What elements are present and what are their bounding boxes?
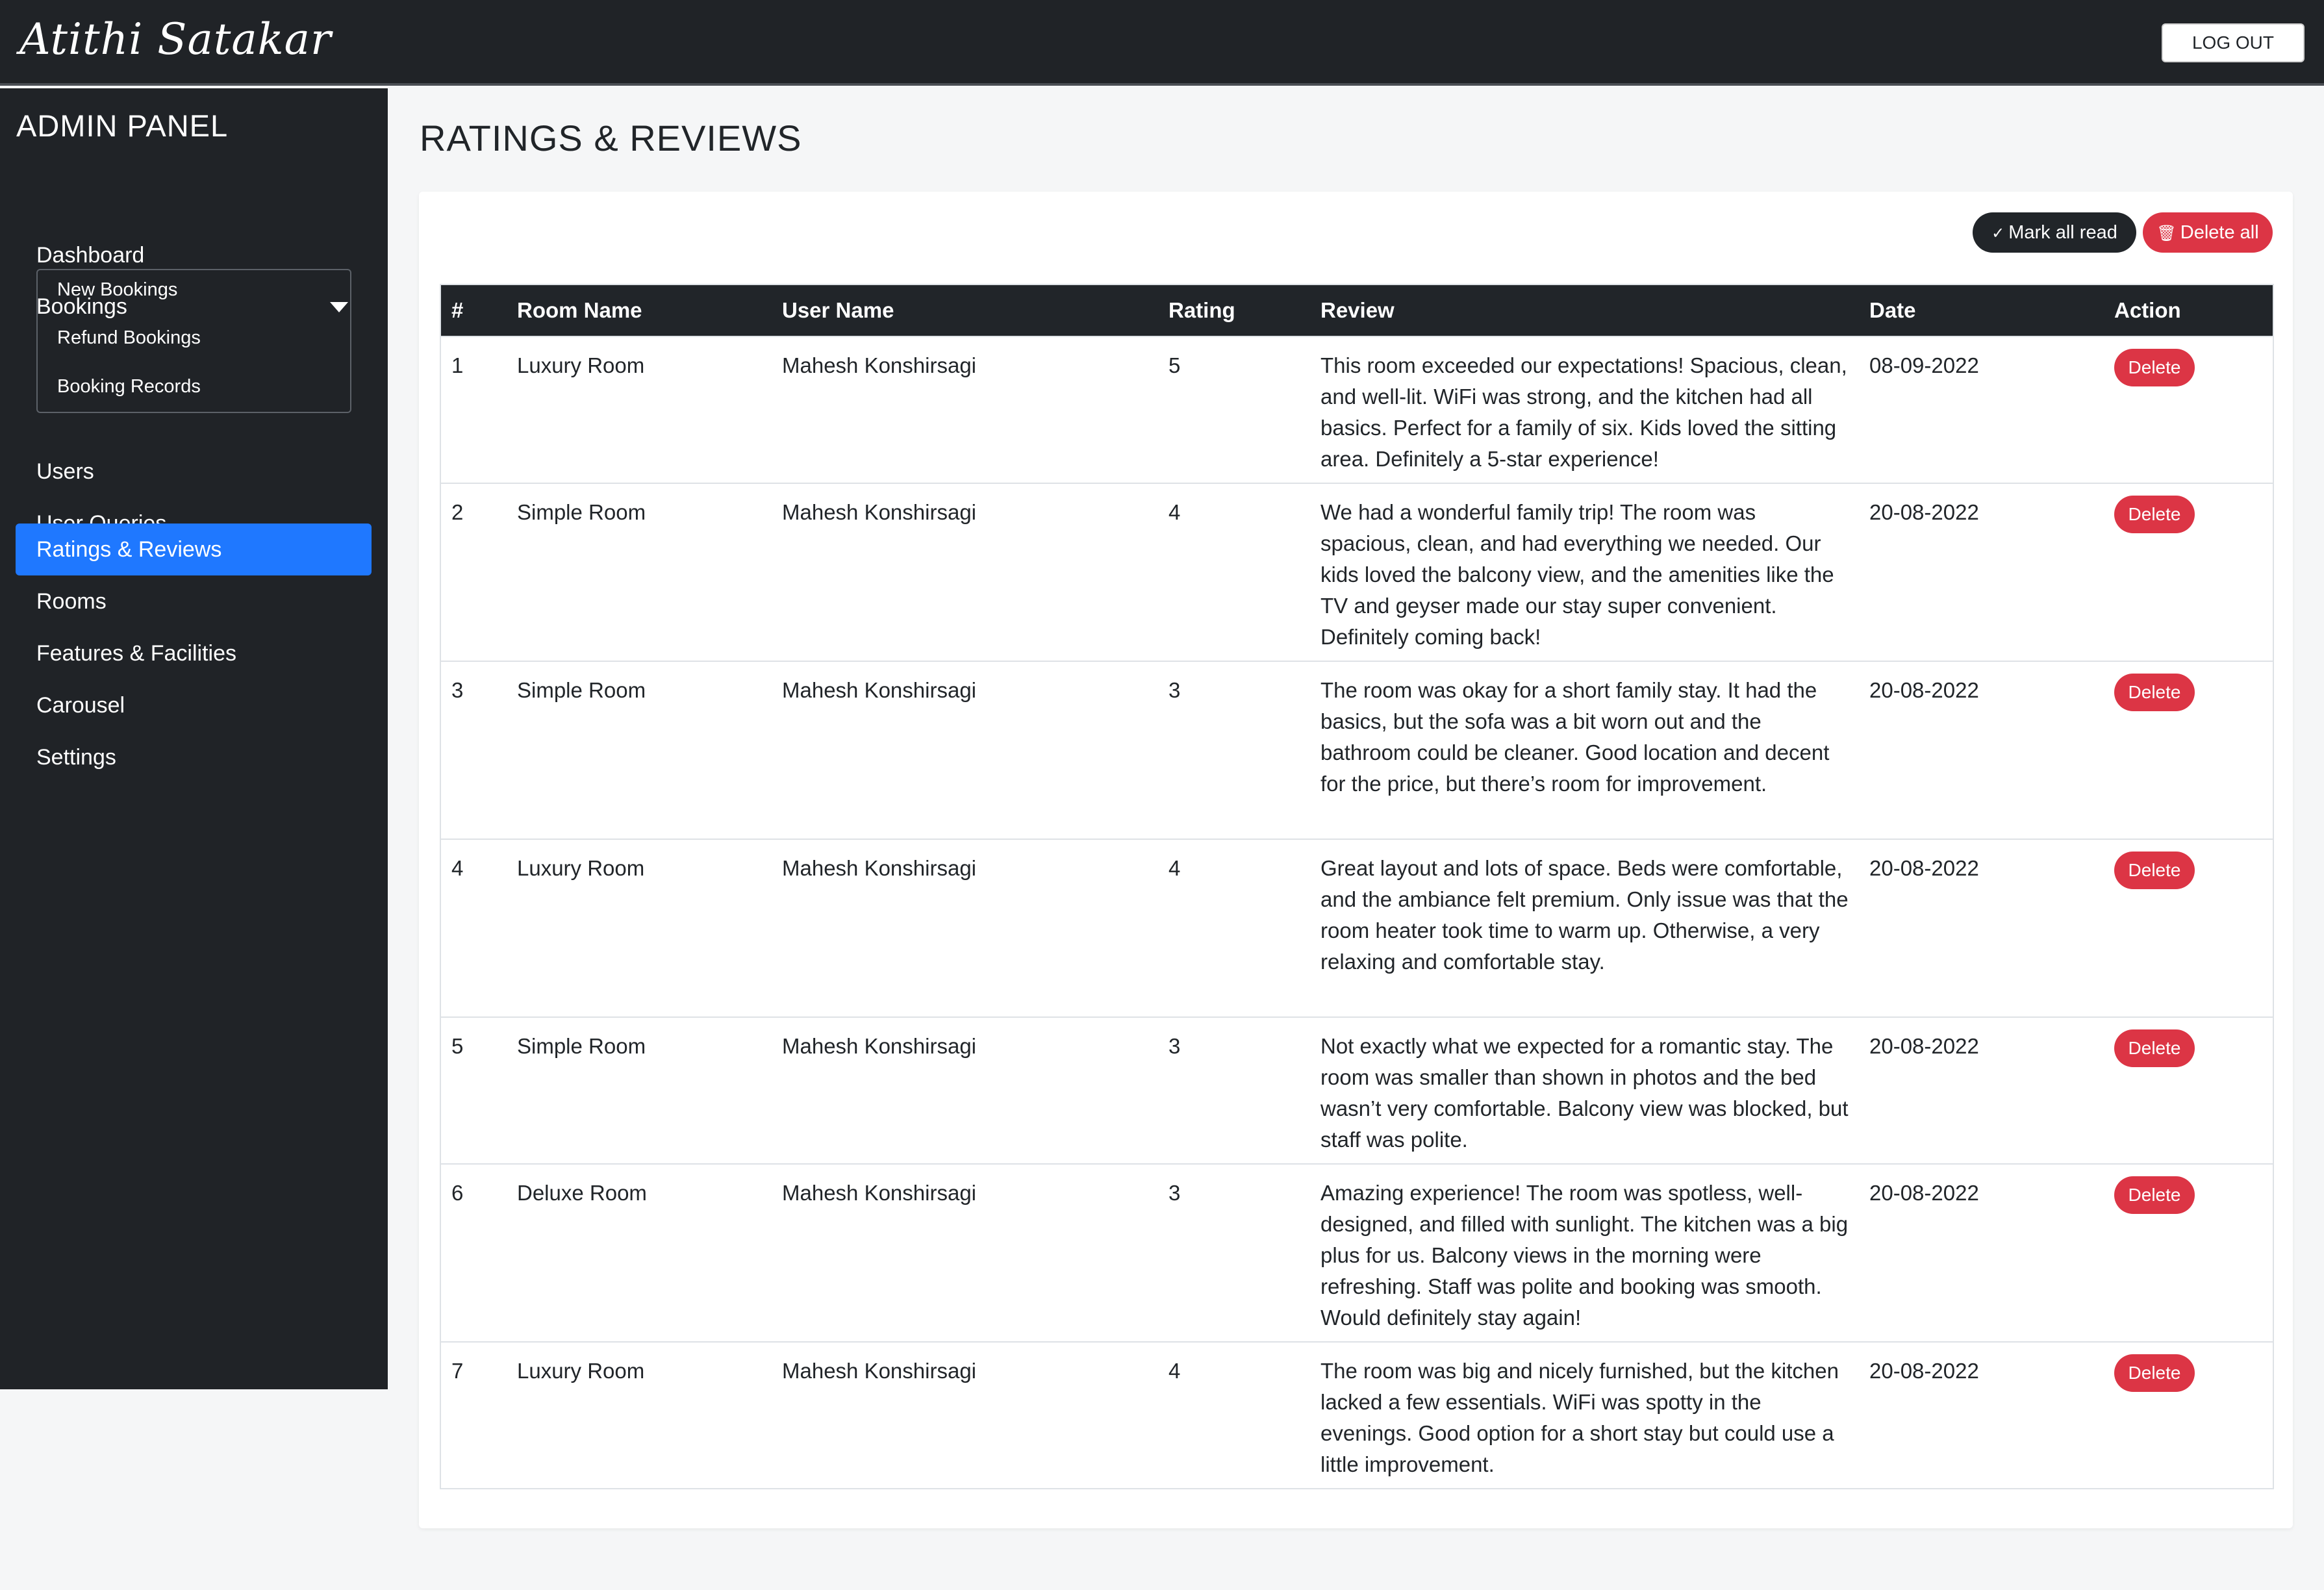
table-header: # Room Name User Name Rating Review Date…	[440, 284, 2273, 336]
user-name-cell: Mahesh Konshirsagi	[782, 678, 976, 702]
mark-all-read-label: Mark all read	[2008, 222, 2117, 243]
table-row: 2 Simple Room Mahesh Konshirsagi 4 We ha…	[440, 483, 2273, 661]
trash-icon: 🗑	[2156, 225, 2177, 242]
logout-button[interactable]: LOG OUT	[2162, 23, 2305, 62]
action-cell: Delete	[2104, 1342, 2273, 1489]
review-cell: This room exceeded our expectations! Spa…	[1320, 353, 1847, 471]
bookings-submenu: New Bookings Refund Bookings Booking Rec…	[36, 269, 351, 413]
sidebar-item-features-facilities[interactable]: Features & Facilities	[16, 627, 372, 679]
row-number: 2	[451, 500, 464, 524]
page-title: RATINGS & REVIEWS	[420, 118, 802, 158]
sidebar-title: ADMIN PANEL	[16, 108, 229, 143]
user-name-cell: Mahesh Konshirsagi	[782, 500, 976, 524]
table-row: 7 Luxury Room Mahesh Konshirsagi 4 The r…	[440, 1342, 2273, 1489]
table-row: 4 Luxury Room Mahesh Konshirsagi 4 Great…	[440, 839, 2273, 1017]
column-header-number: #	[451, 298, 464, 322]
rating-cell: 3	[1168, 1181, 1181, 1205]
row-number: 4	[451, 856, 464, 880]
table-row: 6 Deluxe Room Mahesh Konshirsagi 3 Amazi…	[440, 1164, 2273, 1342]
delete-review-button[interactable]: Delete	[2114, 349, 2195, 386]
sidebar-item-carousel[interactable]: Carousel	[16, 679, 372, 731]
submenu-item-new-bookings[interactable]: New Bookings	[57, 279, 177, 301]
user-name-cell: Mahesh Konshirsagi	[782, 1034, 976, 1058]
column-header-action: Action	[2114, 298, 2181, 322]
column-header-user-name: User Name	[782, 298, 894, 322]
sidebar-item-ratings-reviews[interactable]: Ratings & Reviews	[16, 524, 372, 575]
rating-cell: 3	[1168, 678, 1181, 702]
action-cell: Delete	[2104, 1164, 2273, 1342]
action-cell: Delete	[2104, 661, 2273, 839]
admin-sidebar: ADMIN PANEL Dashboard Bookings New Booki…	[0, 88, 388, 1389]
room-name-cell: Simple Room	[517, 500, 646, 524]
room-name-cell: Simple Room	[517, 678, 646, 702]
rating-cell: 4	[1168, 1359, 1181, 1383]
row-number: 5	[451, 1034, 464, 1058]
delete-review-button[interactable]: Delete	[2114, 674, 2195, 711]
user-name-cell: Mahesh Konshirsagi	[782, 856, 976, 880]
user-name-cell: Mahesh Konshirsagi	[782, 1181, 976, 1205]
reviews-table: # Room Name User Name Rating Review Date…	[440, 284, 2274, 1489]
room-name-cell: Luxury Room	[517, 1359, 645, 1383]
date-cell: 20-08-2022	[1869, 500, 1979, 524]
user-name-cell: Mahesh Konshirsagi	[782, 353, 976, 377]
date-cell: 08-09-2022	[1869, 353, 1979, 377]
row-number: 7	[451, 1359, 464, 1383]
room-name-cell: Luxury Room	[517, 353, 645, 377]
action-cell: Delete	[2104, 839, 2273, 1017]
room-name-cell: Simple Room	[517, 1034, 646, 1058]
submenu-item-refund-bookings[interactable]: Refund Bookings	[57, 327, 201, 349]
date-cell: 20-08-2022	[1869, 678, 1979, 702]
action-cell: Delete	[2104, 483, 2273, 661]
column-header-rating: Rating	[1168, 298, 1235, 322]
delete-review-button[interactable]: Delete	[2114, 1354, 2195, 1392]
review-cell: We had a wonderful family trip! The room…	[1320, 500, 1834, 649]
submenu-item-booking-records[interactable]: Booking Records	[57, 376, 201, 398]
brand-logo[interactable]: Atithi Satakar	[19, 14, 332, 64]
action-cell: Delete	[2104, 336, 2273, 483]
action-cell: Delete	[2104, 1017, 2273, 1164]
delete-review-button[interactable]: Delete	[2114, 1176, 2195, 1214]
rating-cell: 4	[1168, 856, 1181, 880]
column-header-date: Date	[1869, 298, 1916, 322]
table-body: 1 Luxury Room Mahesh Konshirsagi 5 This …	[440, 336, 2273, 1489]
sidebar-item-rooms[interactable]: Rooms	[16, 575, 372, 627]
table-row: 5 Simple Room Mahesh Konshirsagi 3 Not e…	[440, 1017, 2273, 1164]
reviews-card: ✓ Mark all read 🗑 Delete all # Room Name U…	[419, 192, 2293, 1528]
column-header-room-name: Room Name	[517, 298, 642, 322]
delete-all-button[interactable]: 🗑 Delete all	[2143, 212, 2273, 253]
delete-all-label: Delete all	[2180, 222, 2259, 243]
top-navbar: Atithi Satakar LOG OUT	[0, 0, 2324, 86]
column-header-review: Review	[1320, 298, 1395, 322]
rating-cell: 5	[1168, 353, 1181, 377]
review-cell: Amazing experience! The room was spotles…	[1320, 1181, 1849, 1330]
delete-review-button[interactable]: Delete	[2114, 852, 2195, 889]
rating-cell: 4	[1168, 500, 1181, 524]
date-cell: 20-08-2022	[1869, 1359, 1979, 1383]
mark-all-read-button[interactable]: ✓ Mark all read	[1973, 212, 2136, 253]
review-cell: The room was okay for a short family sta…	[1320, 678, 1830, 796]
delete-review-button[interactable]: Delete	[2114, 496, 2195, 533]
review-cell: Not exactly what we expected for a roman…	[1320, 1034, 1849, 1152]
user-name-cell: Mahesh Konshirsagi	[782, 1359, 976, 1383]
date-cell: 20-08-2022	[1869, 856, 1979, 880]
review-cell: Great layout and lots of space. Beds wer…	[1320, 856, 1849, 974]
room-name-cell: Deluxe Room	[517, 1181, 647, 1205]
row-number: 6	[451, 1181, 464, 1205]
table-row: 3 Simple Room Mahesh Konshirsagi 3 The r…	[440, 661, 2273, 839]
date-cell: 20-08-2022	[1869, 1034, 1979, 1058]
sidebar-item-users[interactable]: Users	[16, 446, 372, 498]
rating-cell: 3	[1168, 1034, 1181, 1058]
room-name-cell: Luxury Room	[517, 856, 645, 880]
sidebar-item-settings[interactable]: Settings	[16, 731, 372, 783]
table-row: 1 Luxury Room Mahesh Konshirsagi 5 This …	[440, 336, 2273, 483]
review-cell: The room was big and nicely furnished, b…	[1320, 1359, 1839, 1476]
delete-review-button[interactable]: Delete	[2114, 1029, 2195, 1067]
row-number: 3	[451, 678, 464, 702]
date-cell: 20-08-2022	[1869, 1181, 1979, 1205]
check-all-icon: ✓	[1991, 225, 2005, 242]
row-number: 1	[451, 353, 464, 377]
